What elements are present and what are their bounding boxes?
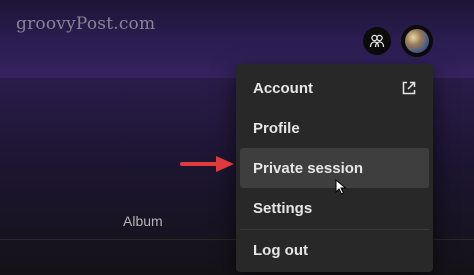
profile-dropdown-menu: Account Profile Private session Settings… — [236, 64, 433, 272]
external-link-icon — [402, 81, 416, 95]
mouse-pointer-icon — [335, 179, 347, 195]
menu-item-label: Account — [253, 79, 313, 97]
red-arrow-annotation — [180, 156, 234, 172]
menu-item-log-out[interactable]: Log out — [240, 230, 429, 270]
menu-item-profile[interactable]: Profile — [240, 108, 429, 148]
friend-activity-button[interactable] — [363, 27, 391, 55]
menu-item-label: Settings — [253, 199, 313, 217]
menu-item-account[interactable]: Account — [240, 68, 429, 108]
user-avatar-button[interactable] — [401, 25, 433, 57]
menu-item-label: Log out — [253, 241, 308, 259]
menu-item-label: Profile — [253, 119, 300, 137]
menu-item-label: Private session — [253, 159, 364, 177]
column-header-album[interactable]: Album — [123, 213, 163, 229]
watermark-text: groovyPost.com — [16, 14, 156, 34]
avatar — [405, 29, 429, 53]
people-icon — [369, 34, 385, 48]
